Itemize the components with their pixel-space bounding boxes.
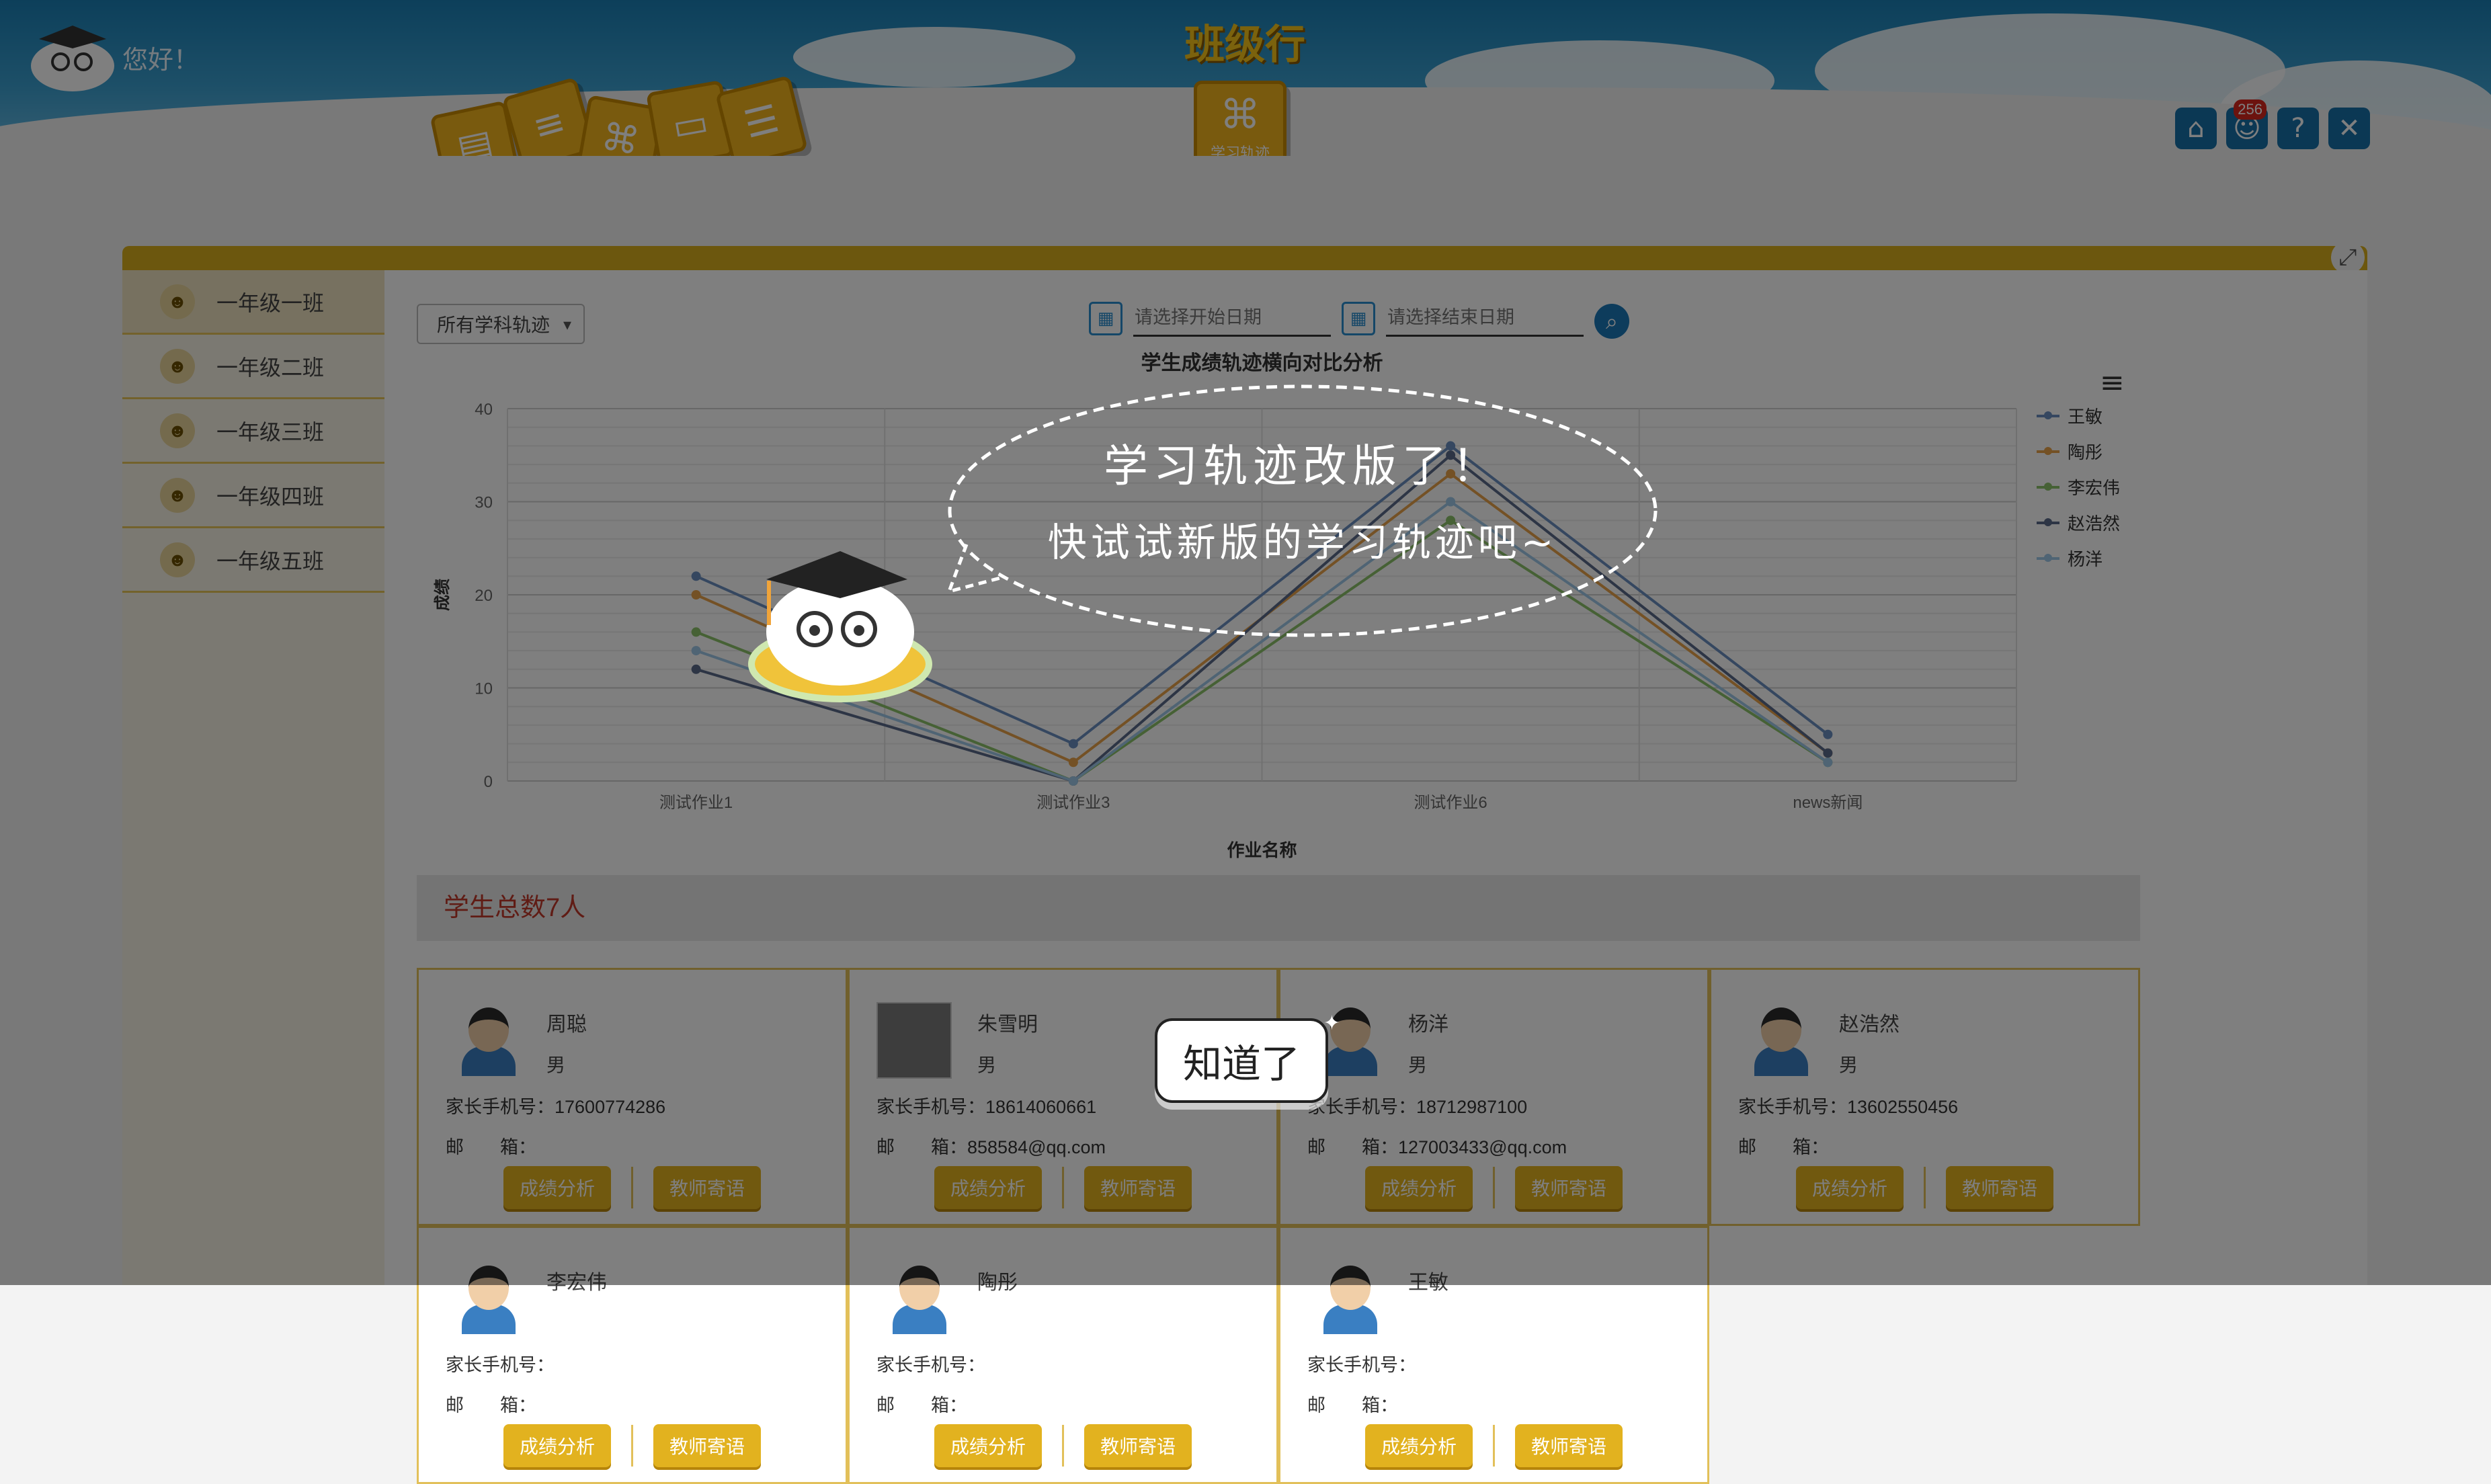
email-row: 邮 箱： — [876, 1391, 967, 1417]
score-analysis-button[interactable]: 成绩分析 — [503, 1424, 611, 1467]
score-analysis-button[interactable]: 成绩分析 — [1365, 1424, 1473, 1467]
email-row: 邮 箱： — [446, 1391, 536, 1417]
announcement-line-2: 快试试新版的学习轨迹吧~ — [1047, 520, 1558, 565]
card-actions: 成绩分析教师寄语 — [1280, 1424, 1707, 1467]
parent-phone-row: 家长手机号： — [1307, 1350, 1416, 1376]
email-label: 邮 箱： — [1307, 1395, 1398, 1415]
sparkle-icon: ✦ — [1323, 1012, 1340, 1035]
email-label: 邮 箱： — [876, 1395, 967, 1415]
divider — [1062, 1425, 1064, 1467]
teacher-message-button[interactable]: 教师寄语 — [1515, 1424, 1623, 1467]
email-label: 邮 箱： — [446, 1395, 536, 1415]
got-it-label: 知道了 — [1182, 1041, 1300, 1087]
parent-phone-row: 家长手机号： — [446, 1350, 555, 1376]
phone-label: 家长手机号： — [876, 1355, 985, 1375]
card-actions: 成绩分析教师寄语 — [850, 1424, 1276, 1467]
email-row: 邮 箱： — [1307, 1391, 1398, 1417]
teacher-message-button[interactable]: 教师寄语 — [1084, 1424, 1192, 1467]
teacher-message-button[interactable]: 教师寄语 — [653, 1424, 761, 1467]
announcement-bubble: 学习轨迹改版了！ 快试试新版的学习轨迹吧~ — [940, 376, 1666, 652]
got-it-button[interactable]: 知道了 ✦ — [1155, 1012, 1340, 1103]
divider — [631, 1425, 633, 1467]
divider — [1493, 1425, 1495, 1467]
phone-label: 家长手机号： — [446, 1355, 555, 1375]
announcement-line-1: 学习轨迹改版了！ — [1104, 440, 1502, 492]
parent-phone-row: 家长手机号： — [876, 1350, 985, 1376]
card-actions: 成绩分析教师寄语 — [419, 1424, 846, 1467]
phone-label: 家长手机号： — [1307, 1355, 1416, 1375]
mascot-icon — [748, 551, 932, 702]
score-analysis-button[interactable]: 成绩分析 — [934, 1424, 1042, 1467]
